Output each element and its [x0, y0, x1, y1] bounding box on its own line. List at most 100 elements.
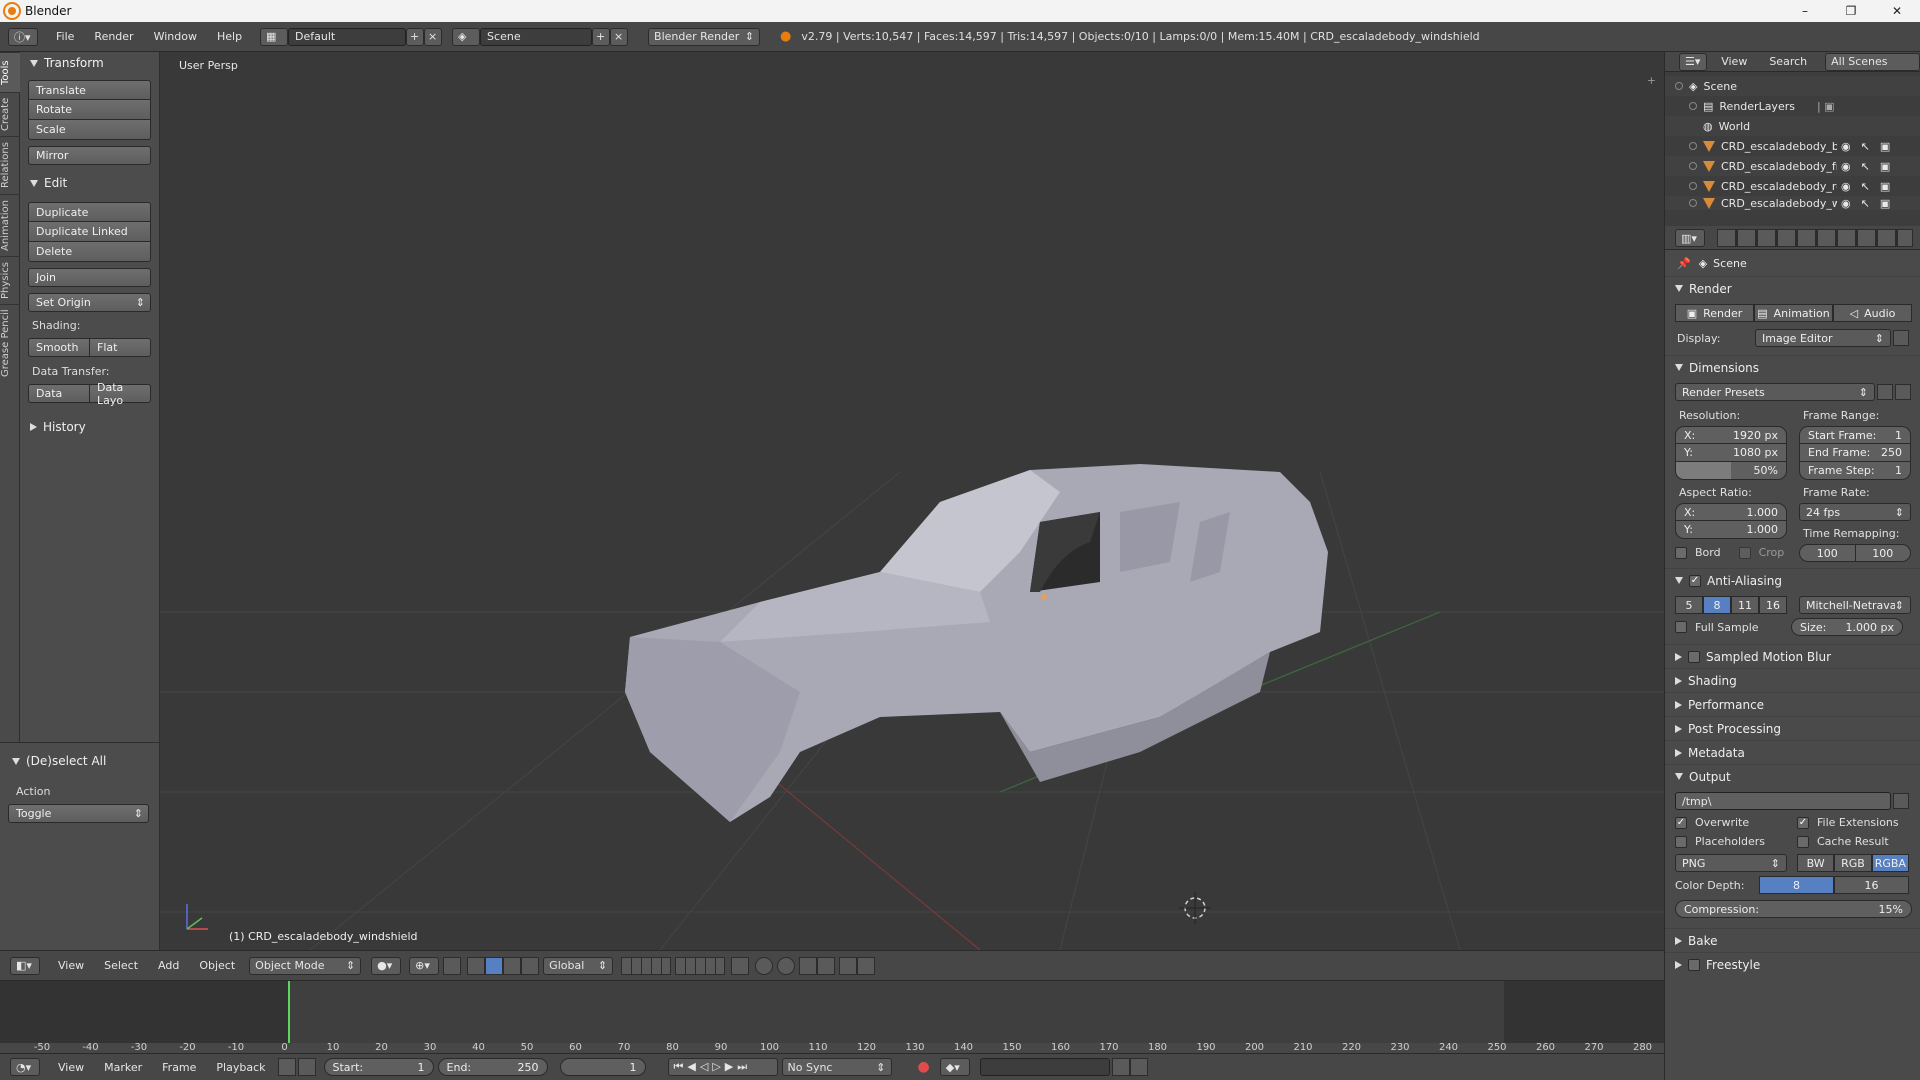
add-preset-icon[interactable]: [1877, 384, 1893, 400]
layers-grid-b[interactable]: [675, 956, 726, 975]
border-checkbox[interactable]: [1675, 546, 1687, 559]
frame-step-field[interactable]: Frame Step: 1: [1799, 462, 1911, 480]
audio-button[interactable]: ◁ Audio: [1833, 304, 1912, 322]
cursor-select-icon[interactable]: ↖: [1861, 180, 1870, 193]
cursor-select-icon[interactable]: ↖: [1861, 197, 1870, 210]
dimensions-panel-header[interactable]: Dimensions: [1665, 355, 1920, 379]
snap-element-icon[interactable]: [799, 956, 818, 975]
proportional-edit-icon[interactable]: [755, 956, 774, 975]
expand-toggle-icon[interactable]: [1689, 182, 1697, 190]
aspect-x-field[interactable]: X: 1.000: [1675, 503, 1787, 521]
data-button[interactable]: Data: [28, 384, 90, 403]
maximize-button[interactable]: ❐: [1828, 0, 1874, 22]
timeline-area[interactable]: [0, 981, 1664, 1043]
history-panel-header[interactable]: History: [20, 417, 159, 437]
delete-button[interactable]: Delete: [28, 242, 151, 262]
outliner-row-object-wi[interactable]: CRD_escaladebody_wi ◉ ↖ ▣: [1665, 196, 1920, 210]
resolution-x-field[interactable]: X: 1920 px: [1675, 426, 1787, 444]
3d-viewport[interactable]: User Persp (1) CRD_escaladebody_windshie…: [160, 52, 1664, 950]
outliner-display-filter[interactable]: All Scenes: [1825, 52, 1920, 71]
frame-rate-select[interactable]: 24 fps ⇕: [1799, 503, 1911, 521]
freestyle-panel-header[interactable]: Freestyle: [1665, 952, 1920, 976]
outliner-row-object-roc[interactable]: CRD_escaladebody_roc ◉ ↖ ▣: [1665, 176, 1920, 196]
car-body-mesh[interactable]: [625, 464, 1328, 822]
scene-field[interactable]: Scene: [480, 27, 593, 46]
file-extensions-checkbox[interactable]: ✓: [1797, 816, 1809, 829]
close-window-button[interactable]: ✕: [1874, 0, 1920, 22]
outliner-row-scene[interactable]: ◈ Scene: [1665, 76, 1920, 96]
color-mode-rgba[interactable]: RGBA: [1871, 854, 1909, 872]
animation-button[interactable]: ▤ Animation: [1754, 304, 1833, 322]
cursor-select-icon[interactable]: ↖: [1861, 160, 1870, 173]
motion-blur-checkbox[interactable]: [1688, 650, 1700, 663]
expand-toggle-icon[interactable]: [1689, 142, 1697, 150]
minimize-button[interactable]: –: [1782, 0, 1828, 22]
cache-result-checkbox[interactable]: [1797, 835, 1809, 848]
duplicate-button[interactable]: Duplicate: [28, 202, 151, 222]
eye-icon[interactable]: ◉: [1841, 160, 1851, 173]
record-icon[interactable]: ●: [918, 1059, 930, 1075]
opengl-render-icon[interactable]: [839, 956, 858, 975]
opengl-anim-icon[interactable]: [857, 956, 876, 975]
orientation-select[interactable]: Global ⇕: [543, 956, 614, 975]
remove-preset-icon[interactable]: [1895, 384, 1911, 400]
outliner-row-object-bol[interactable]: CRD_escaladebody_bol ◉ ↖ ▣: [1665, 136, 1920, 156]
transform-panel-header[interactable]: Transform: [20, 53, 159, 73]
render-camera-icon[interactable]: ▣: [1880, 197, 1890, 210]
manipulator-extra-icon[interactable]: [521, 956, 540, 975]
color-depth-8[interactable]: 8: [1759, 876, 1834, 894]
folder-icon[interactable]: [1893, 793, 1909, 809]
remove-layout-icon[interactable]: ×: [424, 27, 443, 46]
outliner-row-object-fro[interactable]: CRD_escaladebody_fro ◉ ↖ ▣: [1665, 156, 1920, 176]
mirror-button[interactable]: Mirror: [28, 146, 151, 165]
edit-panel-header[interactable]: Edit: [20, 173, 159, 193]
editor-type-outliner-icon[interactable]: ☰▾: [1679, 52, 1708, 71]
3d-cursor-icon[interactable]: [1179, 892, 1211, 924]
add-scene-icon[interactable]: +: [592, 27, 611, 46]
placeholders-checkbox[interactable]: [1675, 835, 1687, 848]
anti-aliasing-checkbox[interactable]: ✓: [1689, 574, 1701, 587]
render-layer-toggle-icon[interactable]: | ▣: [1817, 100, 1835, 113]
aa-sample-16[interactable]: 16: [1759, 596, 1787, 614]
menu-help[interactable]: Help: [207, 30, 252, 43]
scene-icon[interactable]: ◈: [452, 27, 481, 46]
current-frame-marker[interactable]: [288, 981, 290, 1043]
lock-time-cursor-icon[interactable]: [297, 1058, 316, 1076]
scale-manipulator-icon[interactable]: [503, 956, 522, 975]
keyframe-type-icon[interactable]: ◆▾: [939, 1058, 970, 1076]
expand-toggle-icon[interactable]: [1689, 199, 1697, 207]
current-frame-field[interactable]: 1: [559, 1058, 646, 1076]
pivot-point-icon[interactable]: ⊕▾: [409, 956, 440, 975]
editor-type-timeline-icon[interactable]: ◔▾: [10, 1058, 40, 1076]
screen-layout-icon[interactable]: ▦: [260, 27, 289, 46]
outliner-row-renderlayers[interactable]: ▤ RenderLayers | ▣: [1665, 96, 1920, 116]
manipulator-icon[interactable]: [443, 956, 462, 975]
playback-controls[interactable]: ⏮◀◁▷▶⏭: [667, 1058, 778, 1076]
expand-toggle-icon[interactable]: [1689, 162, 1697, 170]
color-mode-bw[interactable]: BW: [1797, 854, 1835, 872]
resolution-percentage-field[interactable]: 50%: [1675, 462, 1787, 480]
use-preview-range-icon[interactable]: [277, 1058, 296, 1076]
shading-panel-header[interactable]: Shading: [1665, 668, 1920, 692]
set-origin-select[interactable]: Set Origin ⇕: [28, 293, 151, 312]
tab-relations[interactable]: Relations: [0, 136, 20, 194]
performance-panel-header[interactable]: Performance: [1665, 692, 1920, 716]
editor-type-info-icon[interactable]: ⓘ▾: [8, 27, 38, 46]
render-engine-select[interactable]: Blender Render ⇕: [648, 27, 761, 46]
tab-tools[interactable]: Tools: [0, 52, 20, 92]
menu-frame[interactable]: Frame: [152, 1061, 206, 1074]
render-camera-icon[interactable]: ▣: [1880, 140, 1890, 153]
aa-sample-5[interactable]: 5: [1675, 596, 1703, 614]
scale-button[interactable]: Scale: [28, 120, 151, 140]
menu-view[interactable]: View: [48, 959, 94, 972]
eye-icon[interactable]: ◉: [1841, 180, 1851, 193]
menu-playback[interactable]: Playback: [206, 1061, 275, 1074]
snap-icon[interactable]: [777, 956, 796, 975]
action-select[interactable]: Toggle ⇕: [8, 804, 149, 823]
expand-toggle-icon[interactable]: [1675, 82, 1683, 90]
lock-layers-icon[interactable]: [731, 956, 750, 975]
bake-panel-header[interactable]: Bake: [1665, 928, 1920, 952]
mode-select[interactable]: Object Mode ⇕: [249, 956, 362, 975]
join-button[interactable]: Join: [28, 268, 151, 287]
eye-icon[interactable]: ◉: [1841, 197, 1851, 210]
